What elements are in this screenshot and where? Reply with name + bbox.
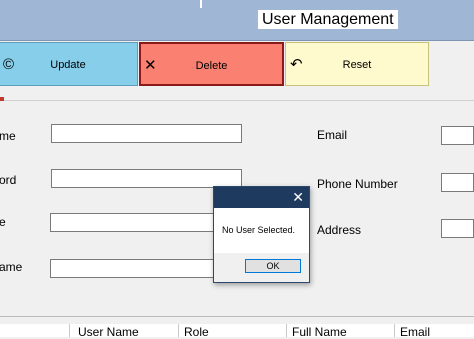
column-header-role[interactable]: Role — [184, 326, 209, 339]
form-separator — [0, 100, 474, 101]
label-role: e — [0, 215, 6, 229]
user-name-input[interactable] — [51, 124, 242, 143]
copyright-icon: © — [3, 56, 15, 73]
reset-button-label: Reset — [342, 59, 372, 71]
reset-button[interactable]: ↶ Reset — [285, 42, 429, 86]
phone-number-input[interactable] — [441, 173, 474, 192]
label-full-name: ame — [0, 260, 23, 274]
delete-button[interactable]: ✕ Delete — [139, 42, 284, 86]
grid-column-separator — [178, 324, 179, 337]
address-input[interactable] — [441, 219, 474, 238]
update-button-label: Update — [50, 59, 86, 71]
column-header-user-name[interactable]: User Name — [78, 326, 139, 339]
group-marker — [0, 97, 4, 101]
label-password: ord — [0, 173, 17, 187]
grid-column-separator — [286, 324, 287, 337]
update-button[interactable]: © Update — [0, 42, 138, 86]
label-address: Address — [317, 223, 362, 237]
undo-icon: ↶ — [290, 56, 303, 73]
column-header-email[interactable]: Email — [400, 326, 430, 339]
title-bar — [0, 0, 474, 41]
grid-column-separator — [394, 324, 395, 337]
dialog-footer: OK — [214, 253, 309, 282]
column-header-full-name[interactable]: Full Name — [292, 326, 347, 339]
grid-divider — [0, 316, 474, 317]
title-mark — [200, 0, 202, 8]
message-dialog: ✕ No User Selected. OK — [213, 186, 310, 283]
delete-button-label: Delete — [195, 60, 228, 72]
label-email: Email — [317, 128, 348, 142]
page-title: User Management — [258, 10, 398, 29]
email-input[interactable] — [441, 126, 474, 145]
label-phone-number: Phone Number — [317, 177, 398, 191]
close-icon[interactable]: ✕ — [292, 188, 304, 207]
dialog-title-bar: ✕ — [214, 187, 309, 208]
grid-column-separator — [69, 324, 70, 337]
ok-button[interactable]: OK — [245, 259, 301, 273]
close-icon: ✕ — [144, 57, 157, 74]
label-user-name: me — [0, 129, 16, 143]
dialog-message: No User Selected. — [222, 225, 296, 235]
